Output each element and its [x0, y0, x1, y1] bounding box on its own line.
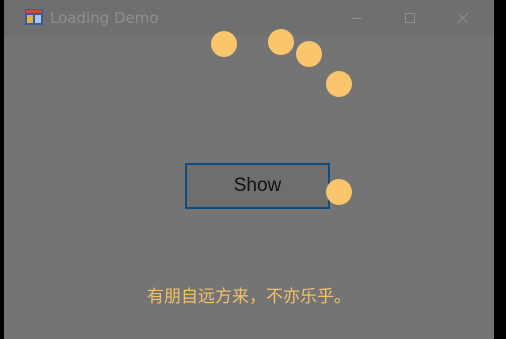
spinner-dot — [296, 41, 322, 67]
spinner-dot — [326, 71, 352, 97]
close-icon — [457, 12, 469, 24]
maximize-icon — [405, 13, 415, 23]
minimize-icon — [352, 18, 362, 19]
app-icon — [25, 9, 43, 25]
close-button[interactable] — [440, 0, 486, 36]
title-bar[interactable]: Loading Demo — [4, 0, 494, 36]
maximize-button[interactable] — [387, 0, 433, 36]
spinner-dot — [268, 29, 294, 55]
window-title: Loading Demo — [50, 9, 159, 27]
spinner-dot — [211, 31, 237, 57]
caption-text: 有朋自远方来，不亦乐乎。 — [147, 287, 351, 307]
show-button[interactable]: Show — [185, 163, 330, 209]
minimize-button[interactable] — [334, 0, 380, 36]
loading-overlay: Show 有朋自远方来，不亦乐乎。 — [4, 29, 494, 339]
spinner-dot — [326, 179, 352, 205]
app-window: Loading Demo Show 有朋自远方来，不亦乐乎。 — [4, 0, 494, 339]
